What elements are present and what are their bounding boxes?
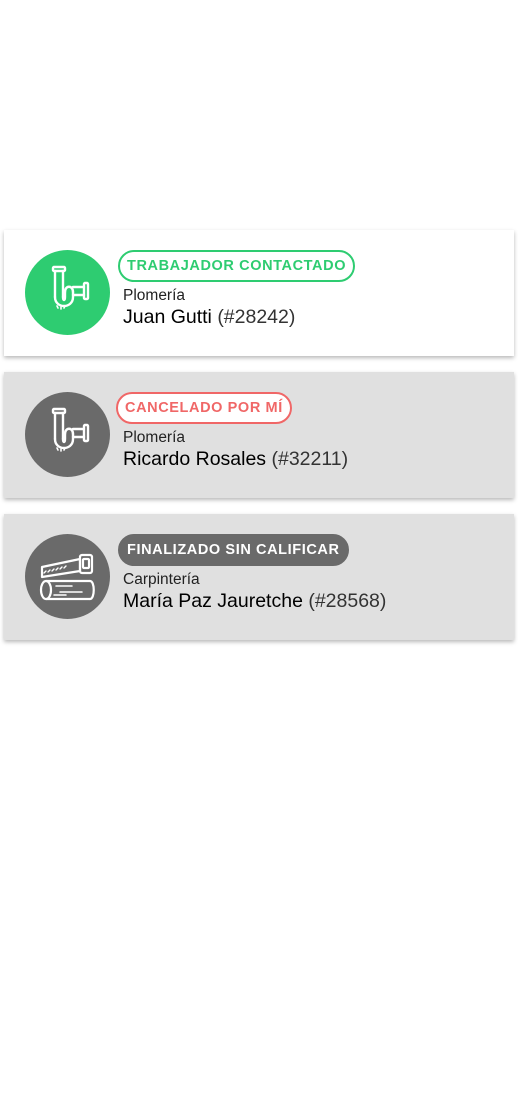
status-badge: FINALIZADO SIN CALIFICAR	[118, 534, 349, 566]
worker-line: Ricardo Rosales (#32211)	[123, 447, 348, 471]
request-card[interactable]: TRABAJADOR CONTACTADO Plomería Juan Gutt…	[4, 230, 514, 356]
category-label: Plomería	[123, 429, 186, 446]
category-avatar	[25, 534, 110, 619]
category-label: Carpintería	[123, 571, 200, 588]
status-badge: CANCELADO POR MÍ	[116, 392, 292, 424]
worker-line: Juan Gutti (#28242)	[123, 305, 355, 329]
worker-id: (#28568)	[308, 590, 387, 612]
category-label: Plomería	[123, 287, 186, 304]
worker-line: María Paz Jauretche (#28568)	[123, 589, 386, 613]
request-info: TRABAJADOR CONTACTADO Plomería Juan Gutt…	[118, 250, 356, 329]
worker-id: (#32211)	[271, 448, 349, 470]
request-card[interactable]: CANCELADO POR MÍ Plomería Ricardo Rosale…	[4, 372, 514, 498]
worker-name: Ricardo Rosales	[123, 448, 267, 470]
worker-name: María Paz Jauretche	[123, 590, 303, 612]
request-list: TRABAJADOR CONTACTADO Plomería Juan Gutt…	[4, 230, 514, 656]
pipe-icon	[51, 265, 89, 310]
request-info: CANCELADO POR MÍ Plomería Ricardo Rosale…	[116, 392, 348, 471]
category-avatar	[25, 250, 110, 335]
worker-id: (#28242)	[217, 306, 296, 328]
category-avatar	[25, 392, 110, 477]
pipe-icon	[51, 407, 89, 452]
saw-wood-icon	[39, 553, 95, 600]
status-badge: TRABAJADOR CONTACTADO	[118, 250, 356, 282]
request-card[interactable]: FINALIZADO SIN CALIFICAR Carpintería Mar…	[4, 514, 514, 640]
worker-name: Juan Gutti	[123, 306, 212, 328]
request-info: FINALIZADO SIN CALIFICAR Carpintería Mar…	[118, 534, 386, 613]
